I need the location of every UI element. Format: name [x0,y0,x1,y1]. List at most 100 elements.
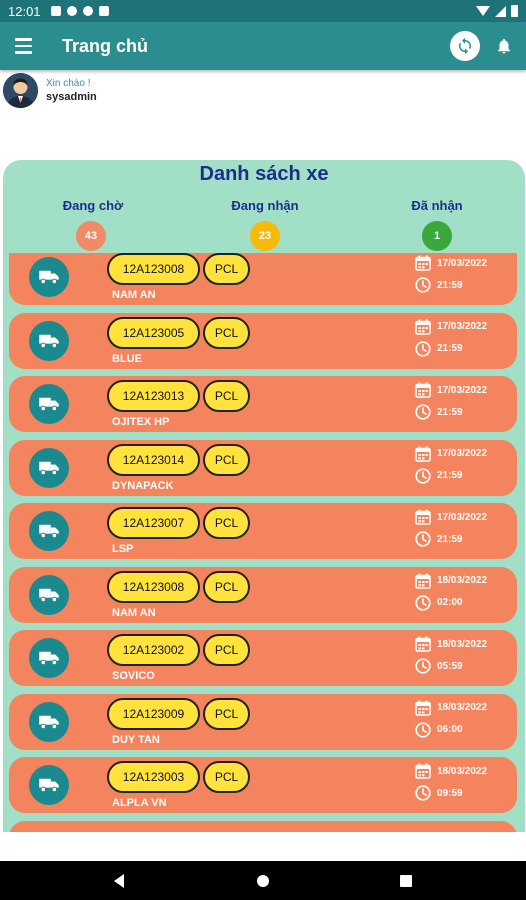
time-text: 09:59 [437,787,463,799]
truck-icon [39,397,59,412]
notification-icon [82,6,93,16]
row-time: 05:59 [415,658,463,674]
bell-icon [498,38,510,54]
clock-icon [415,531,431,547]
plate-badge: 12A123013 [107,380,200,412]
wifi-icon [476,6,490,16]
notifications-button[interactable] [494,34,514,58]
row-time: 21:59 [415,467,463,484]
status-left: 12:01 [8,4,109,19]
plate-badge: 12A123008 [107,253,200,285]
time-text: 06:00 [437,724,463,735]
row-date: 17/03/2022 [415,509,487,525]
plate-badge: 12A123005 [107,316,200,349]
calendar-icon [415,255,431,271]
vehicle-row[interactable]: 12A123014 PCL DYNAPACK 17/03/2022 21:59 [9,439,517,496]
battery-icon [511,5,518,17]
time-text: 21:59 [437,533,463,545]
truck-avatar [29,511,69,551]
company-name: LSP [112,543,134,555]
calendar-icon [415,763,431,779]
vehicle-row[interactable]: 12A123008 PCL NAM AN 18/03/2022 02:00 [9,566,517,623]
truck-icon [39,715,59,729]
status-right [476,5,518,17]
truck-icon [39,334,59,348]
user-greeting: Xin chào ! sysadmin [3,73,97,108]
row-date: 18/03/2022 [415,636,487,652]
tab-received[interactable]: Đã nhận [377,198,497,213]
company-name: DUY TAN [112,733,160,746]
sd-card-icon [98,6,109,16]
username: sysadmin [46,91,97,103]
date-text: 18/03/2022 [437,765,488,777]
truck-avatar [29,257,69,297]
truck-avatar [29,320,69,361]
vehicle-row[interactable]: 12A123002 PCL SOVICO 18/03/2022 05:59 [9,630,517,686]
row-date: 17/03/2022 [415,319,487,335]
recents-icon[interactable] [400,875,412,887]
home-icon[interactable] [257,875,269,887]
menu-icon[interactable] [0,22,46,70]
company-name: ALPLA VN [112,797,167,809]
vehicle-row[interactable]: 12A123009 PCL DUY TAN 18/03/2022 06:00 [9,693,517,750]
plate-badge: 12A123003 [107,761,200,793]
system-nav-bar [0,861,526,900]
tab-label: Đã nhận [411,198,463,213]
sync-button[interactable] [450,31,480,61]
app-bar: Trang chủ [0,22,526,70]
clock-icon [415,785,431,801]
plate-badge: 12A123008 [107,570,200,603]
calendar-icon [415,382,431,398]
truck-avatar [29,574,69,615]
type-badge: PCL [203,380,250,412]
tab-receiving[interactable]: Đang nhận [205,198,325,213]
time-text: 21:59 [437,470,463,481]
date-text: 17/03/2022 [437,257,488,269]
clock-icon [415,658,431,674]
calendar-icon [415,700,431,716]
clock-icon [415,340,431,357]
status-time: 12:01 [8,3,41,19]
avatar-icon [3,73,38,108]
date-text: 17/03/2022 [437,511,488,523]
time-text: 21:59 [437,279,463,291]
date-text: 18/03/2022 [437,638,488,650]
sync-icon [459,37,471,55]
company-name: BLUE [112,352,142,365]
vehicle-row[interactable]: 12A123007 PCL LSP 17/03/2022 21:59 [9,503,517,559]
row-date: 17/03/2022 [415,255,487,271]
app-bar-actions [450,31,514,61]
back-icon[interactable] [114,874,124,888]
clock-icon [415,721,431,738]
type-badge: PCL [203,697,250,730]
truck-icon [39,588,59,602]
greeting-text: Xin chào ! sysadmin [46,78,97,103]
clock-icon [415,277,431,293]
truck-avatar [29,447,69,488]
tab-waiting[interactable]: Đang chờ [33,198,153,213]
notification-icon [66,6,77,16]
row-date: 18/03/2022 [415,700,487,716]
vehicle-row[interactable]: 12A123003 PCL ALPLA VN 18/03/2022 09:59 [9,757,517,813]
plate-badge: 12A123007 [107,507,200,539]
vehicle-row[interactable]: 12A123008 PCL NAM AN 17/03/2022 21:59 [9,253,517,305]
vehicle-row[interactable]: 12A123005 PCL BLUE 17/03/2022 21:59 [9,312,517,369]
type-badge: PCL [203,761,250,793]
avatar [3,73,38,108]
vehicle-row[interactable]: 12A123013 PCL OJITEX HP 17/03/2022 21:59 [9,376,517,432]
vehicle-row[interactable] [9,820,517,832]
calendar-icon [415,319,431,335]
calendar-icon [415,446,431,462]
receiving-count-badge: 23 [250,221,280,251]
row-date: 18/03/2022 [415,763,487,779]
row-time: 21:59 [415,531,463,547]
row-date: 17/03/2022 [415,446,487,462]
plate-badge: 12A123002 [107,634,200,666]
company-name: DYNAPACK [112,479,174,492]
calendar-icon [415,509,431,525]
truck-icon [39,461,59,475]
waiting-count-badge: 43 [76,221,106,251]
status-bar: 12:01 [0,0,526,22]
date-text: 18/03/2022 [437,575,488,586]
company-name: NAM AN [112,606,156,619]
